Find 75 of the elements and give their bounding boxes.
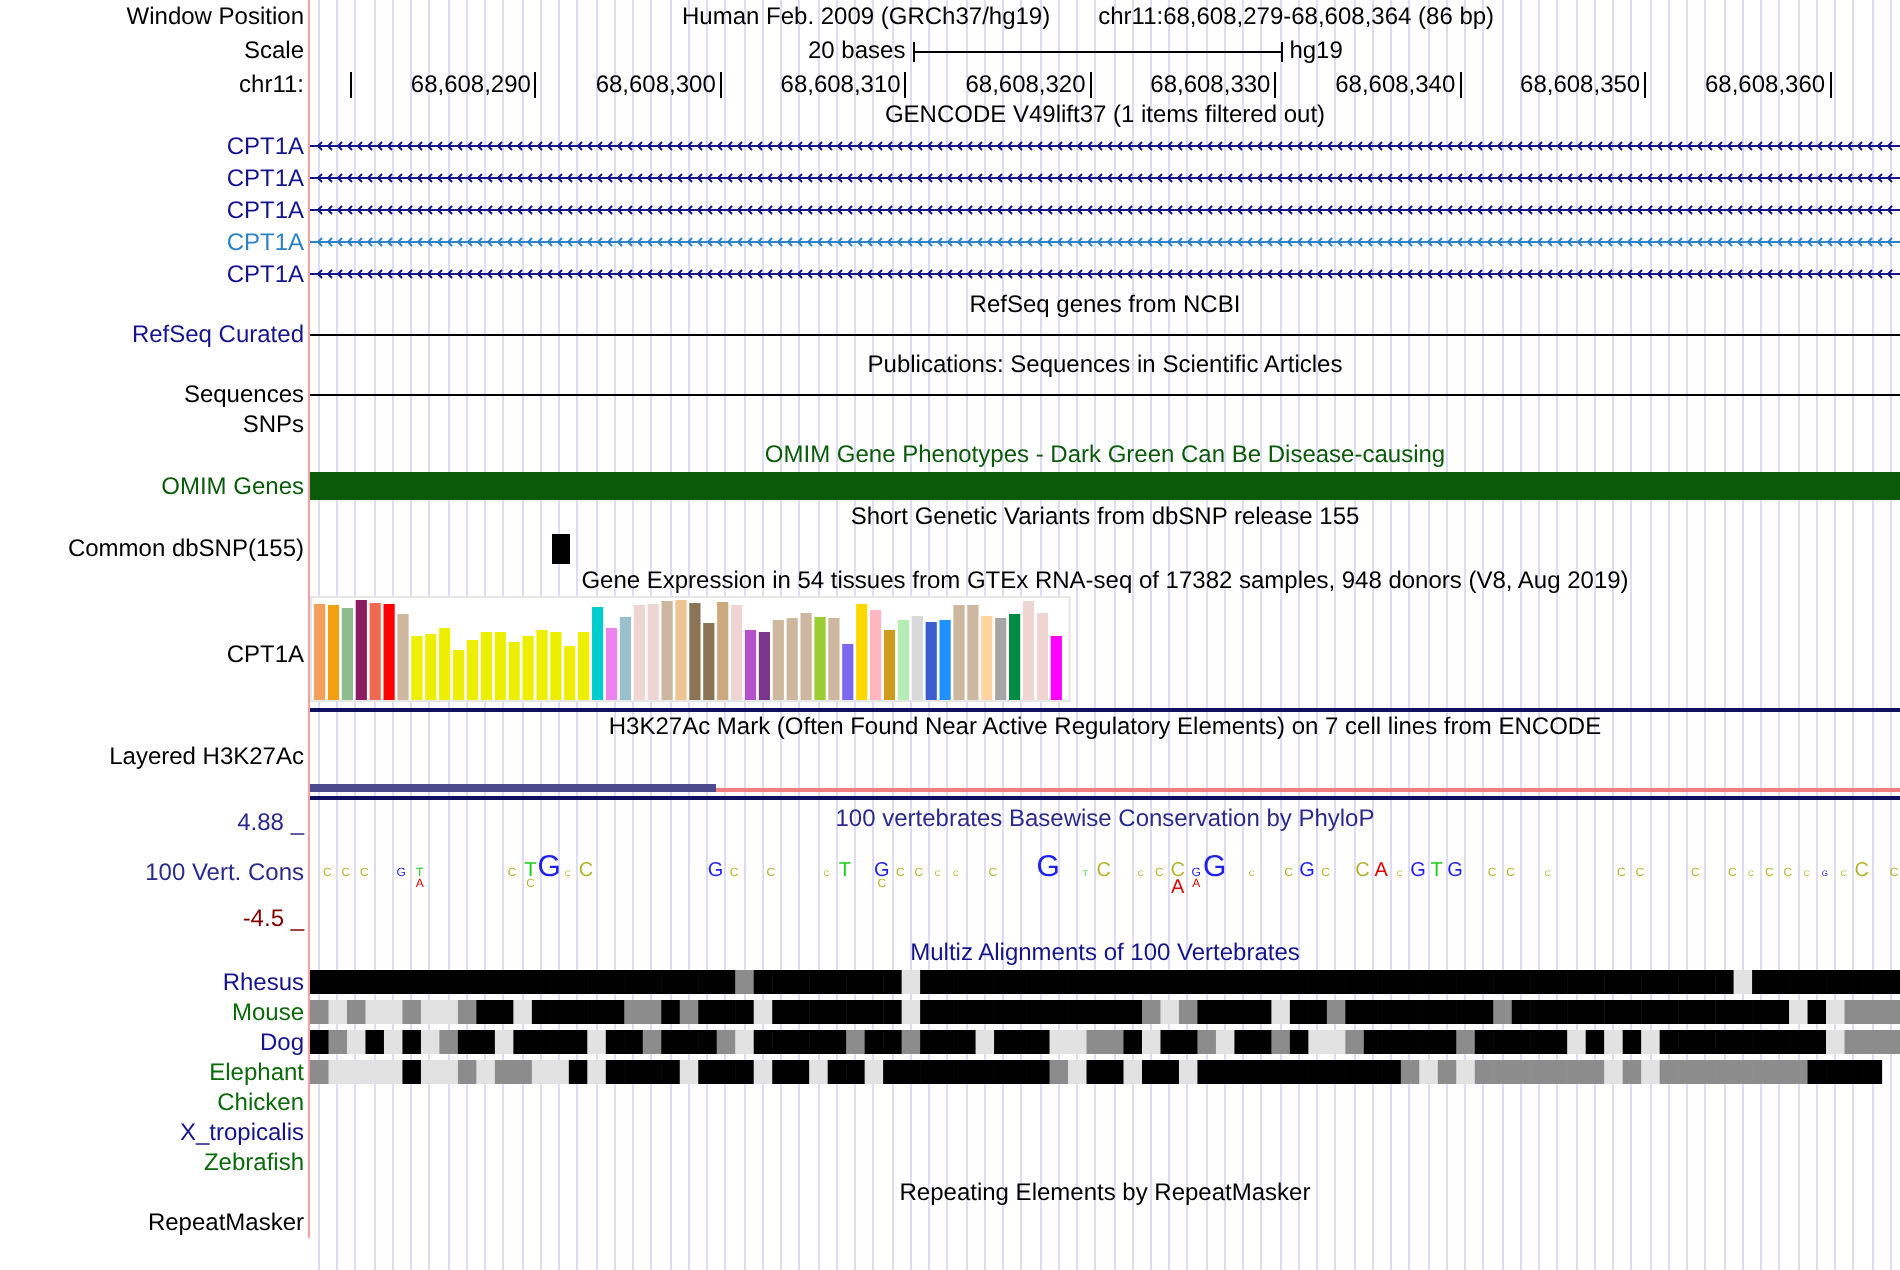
base-letter: T bbox=[1430, 860, 1443, 882]
track-label: Layered H3K27Ac bbox=[109, 742, 304, 772]
species-label: Zebrafish bbox=[203, 1148, 304, 1178]
base-letter: G bbox=[874, 860, 890, 882]
gene-name: CPT1A bbox=[226, 227, 304, 257]
track-title: Short Genetic Variants from dbSNP release 155 bbox=[850, 502, 1360, 532]
track-title: RefSeq genes from NCBI bbox=[969, 290, 1241, 320]
species-label: X_tropicalis bbox=[179, 1118, 304, 1148]
base-letter: G bbox=[1203, 850, 1227, 884]
base-letter: C bbox=[578, 860, 594, 882]
track-label: Common dbSNP(155) bbox=[67, 534, 304, 564]
base-letter: C bbox=[1096, 860, 1111, 882]
ruler-tick bbox=[1274, 72, 1277, 98]
ruler-tick bbox=[350, 72, 352, 98]
track-title: Gene Expression in 54 tissues from GTEx RNA-seq of 17382 samples, 948 donors (V8, Aug 2019) bbox=[581, 566, 1629, 596]
ruler-tick bbox=[904, 72, 907, 98]
ruler-label: 68,608,350 bbox=[1520, 70, 1641, 100]
base-letter: C bbox=[1170, 860, 1185, 882]
track-label: RepeatMasker bbox=[147, 1208, 304, 1238]
track-title: Publications: Sequences in Scientific Articles bbox=[867, 350, 1343, 380]
ruler-label: 68,608,310 bbox=[780, 70, 901, 100]
track-title: Repeating Elements by RepeatMasker bbox=[899, 1178, 1311, 1208]
ruler-tick bbox=[719, 72, 722, 98]
ruler-tick bbox=[1829, 72, 1832, 98]
ruler-label: 68,608,340 bbox=[1335, 70, 1456, 100]
gene-name: CPT1A bbox=[226, 195, 304, 225]
axis-min-label: -4.5 _ bbox=[242, 904, 304, 934]
track-title: OMIM Gene Phenotypes - Dark Green Can Be Disease-causing bbox=[764, 440, 1446, 470]
axis-max-label: 4.88 _ bbox=[237, 808, 304, 838]
track-label: CPT1A bbox=[226, 639, 304, 669]
base-letter: G bbox=[537, 850, 561, 884]
base-letter: C bbox=[1355, 860, 1370, 882]
track-label: Scale bbox=[243, 36, 304, 66]
species-label: Dog bbox=[259, 1028, 304, 1058]
base-letter: G bbox=[1299, 860, 1315, 882]
track-title: GENCODE V49lift37 (1 items filtered out) bbox=[884, 100, 1326, 130]
base-letter: C bbox=[1854, 860, 1869, 882]
scale-span-label: 20 bases bbox=[808, 36, 906, 66]
gene-name: CPT1A bbox=[226, 131, 304, 161]
track-label: OMIM Genes bbox=[161, 471, 304, 501]
track-title: Multiz Alignments of 100 Vertebrates bbox=[910, 938, 1300, 968]
track-label: SNPs bbox=[242, 410, 304, 440]
assembly-label: hg19 bbox=[1289, 36, 1343, 66]
base-letter: A bbox=[1171, 877, 1185, 899]
ruler-label: 68,608,320 bbox=[965, 70, 1086, 100]
track-label: RefSeq Curated bbox=[131, 320, 304, 350]
species-label: Chicken bbox=[217, 1088, 304, 1118]
assembly-label: Human Feb. 2009 (GRCh37/hg19) bbox=[682, 2, 1051, 32]
track-label: 100 Vert. Cons bbox=[145, 858, 304, 888]
region-label: chr11:68,608,279-68,608,364 (86 bp) bbox=[1098, 2, 1495, 32]
track-label: chr11: bbox=[239, 69, 304, 99]
ruler-tick bbox=[1644, 72, 1647, 98]
ruler-label: 68,608,300 bbox=[595, 70, 716, 100]
ruler-tick bbox=[1459, 72, 1462, 98]
base-letter: T bbox=[838, 860, 852, 882]
base-letter: G bbox=[707, 860, 724, 882]
variant-mark bbox=[552, 534, 570, 564]
base-letter: G bbox=[1447, 860, 1463, 882]
track-title: 100 vertebrates Basewise Conservation by PhyloP bbox=[835, 804, 1375, 834]
base-letter: G bbox=[1036, 850, 1060, 884]
gene-name: CPT1A bbox=[226, 163, 304, 193]
ruler-label: 68,608,330 bbox=[1150, 70, 1271, 100]
track-label: Window Position bbox=[126, 2, 304, 32]
species-label: Rhesus bbox=[222, 968, 304, 998]
track-title: H3K27Ac Mark (Often Found Near Active Regulatory Elements) on 7 cell lines from ENCODE bbox=[608, 712, 1602, 742]
ruler-tick bbox=[1089, 72, 1092, 98]
ruler-label: 68,608,360 bbox=[1704, 70, 1826, 100]
ruler-label: 68,608,290 bbox=[410, 70, 531, 100]
species-label: Elephant bbox=[209, 1058, 304, 1088]
species-label: Mouse bbox=[231, 998, 304, 1028]
gene-name: CPT1A bbox=[226, 259, 304, 289]
ruler-tick bbox=[534, 72, 537, 98]
base-letter: A bbox=[1374, 860, 1388, 882]
base-letter: G bbox=[1410, 860, 1426, 882]
track-label: Sequences bbox=[183, 380, 304, 410]
